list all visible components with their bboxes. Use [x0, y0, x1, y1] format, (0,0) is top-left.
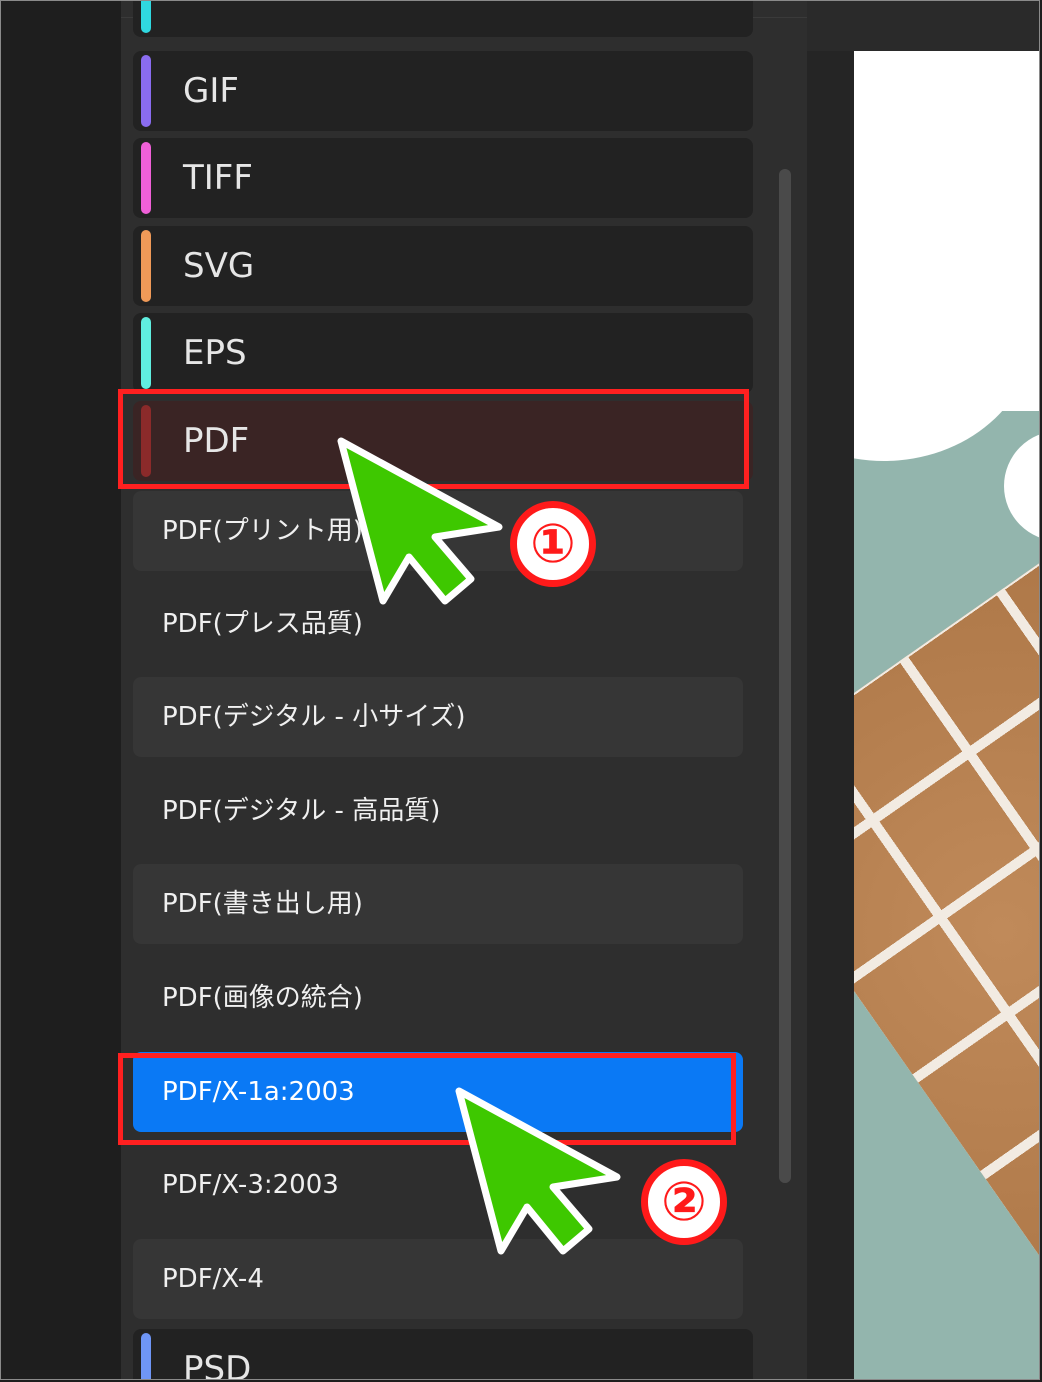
pdf-preset-digital-small[interactable]: PDF(デジタル - 小サイズ)	[133, 677, 743, 757]
step-1-badge: ①	[510, 501, 596, 587]
preset-label: PDF(書き出し用)	[162, 889, 363, 919]
format-item-tiff[interactable]: TIFF	[133, 138, 753, 218]
format-color-bar	[141, 55, 151, 127]
format-label: PSD	[183, 1349, 252, 1380]
format-color-bar	[141, 230, 151, 302]
format-label: TIFF	[183, 158, 253, 198]
format-label: GIF	[183, 71, 239, 111]
preset-label: PDF/X-3:2003	[162, 1170, 339, 1200]
preset-label: PDF(デジタル - 小サイズ)	[162, 702, 466, 732]
pdf-preset-flatten[interactable]: PDF(画像の統合)	[133, 958, 743, 1038]
left-toolbar-area	[1, 1, 121, 1379]
workspace-topbar	[807, 1, 1039, 51]
canvas-white-circle	[1004, 431, 1039, 541]
format-item-eps[interactable]: EPS	[133, 313, 753, 393]
preset-label: PDF(デジタル - 高品質)	[162, 796, 441, 826]
format-label: SVG	[183, 246, 255, 286]
preset-label: PDF/X-4	[162, 1264, 264, 1294]
document-canvas-preview	[854, 51, 1039, 1379]
screenshot-frame: GIF TIFF SVG EPS PDF PDF(プリント用) PDF(プレス品…	[0, 0, 1040, 1380]
pdf-preset-x4[interactable]: PDF/X-4	[133, 1239, 743, 1319]
step-2-badge: ②	[641, 1159, 727, 1245]
format-label: EPS	[183, 333, 247, 373]
format-item-psd[interactable]: PSD	[133, 1329, 753, 1380]
pointer-arrow-icon	[455, 1087, 621, 1255]
format-color-bar	[141, 317, 151, 389]
pointer-arrow-icon	[337, 437, 503, 605]
format-item-partial[interactable]	[133, 1, 753, 37]
canvas-tile-photo	[854, 492, 1039, 1365]
format-color-bar	[141, 1, 151, 33]
format-color-bar	[141, 1333, 151, 1379]
format-color-bar	[141, 142, 151, 214]
pdf-preset-export[interactable]: PDF(書き出し用)	[133, 864, 743, 944]
format-item-gif[interactable]: GIF	[133, 51, 753, 131]
scrollbar-track[interactable]	[779, 169, 791, 1183]
highlight-box-x1a	[118, 1053, 736, 1145]
scrollbar-thumb[interactable]	[779, 169, 791, 1183]
format-item-svg[interactable]: SVG	[133, 226, 753, 306]
preset-label: PDF(画像の統合)	[162, 983, 363, 1013]
pdf-preset-digital-high[interactable]: PDF(デジタル - 高品質)	[133, 771, 743, 851]
